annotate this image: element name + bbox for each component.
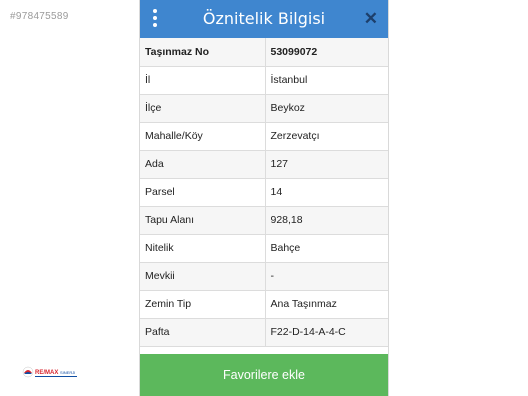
attribute-value: 14 <box>265 178 388 207</box>
table-row: Tapu Alanı 928,18 <box>140 206 388 235</box>
attribute-key: Nitelik <box>140 234 266 263</box>
attribute-key: Ada <box>140 150 266 179</box>
attribute-value: Zerzevatçı <box>265 122 388 151</box>
attribute-key: Zemin Tip <box>140 290 266 319</box>
table-row: İl İstanbul <box>140 66 388 95</box>
attribute-table: Taşınmaz No 53099072 İl İstanbul İlçe Beykoz M… <box>140 38 388 347</box>
attribute-info-panel: Öznitelik Bilgisi ✕ Taşınmaz No 53099072 İ… <box>139 0 389 396</box>
close-icon[interactable]: ✕ <box>364 9 378 29</box>
table-row: Ada 127 <box>140 150 388 179</box>
attribute-key: Mevkii <box>140 262 266 291</box>
attribute-key: Parsel <box>140 178 266 207</box>
remax-logo: RE/MAX SINERJI <box>22 366 77 378</box>
attribute-key: Tapu Alanı <box>140 206 266 235</box>
attribute-value: Bahçe <box>265 234 388 263</box>
table-row: Parsel 14 <box>140 178 388 207</box>
attribute-value: 928,18 <box>265 206 388 235</box>
attribute-value: 53099072 <box>265 38 388 67</box>
attribute-key: İl <box>140 66 266 95</box>
table-row: Mevkii - <box>140 262 388 291</box>
table-row: İlçe Beykoz <box>140 94 388 123</box>
attribute-value: İstanbul <box>265 66 388 95</box>
attribute-key: İlçe <box>140 94 266 123</box>
listing-id-watermark: #978475589 <box>10 11 69 22</box>
table-row: Pafta F22-D-14-A-4-C <box>140 318 388 347</box>
attribute-value: - <box>265 262 388 291</box>
attribute-value: Beykoz <box>265 94 388 123</box>
attribute-value: F22-D-14-A-4-C <box>265 318 388 347</box>
svg-text:SINERJI: SINERJI <box>60 370 75 375</box>
svg-text:RE/MAX: RE/MAX <box>35 370 58 376</box>
table-row: Zemin Tip Ana Taşınmaz <box>140 290 388 319</box>
panel-header: Öznitelik Bilgisi ✕ <box>140 0 388 38</box>
attribute-key: Taşınmaz No <box>140 38 266 67</box>
panel-title: Öznitelik Bilgisi <box>202 9 326 28</box>
vertical-ellipsis-icon[interactable] <box>150 9 160 29</box>
attribute-key: Pafta <box>140 318 266 347</box>
table-row: Taşınmaz No 53099072 <box>140 38 388 67</box>
table-row: Nitelik Bahçe <box>140 234 388 263</box>
attribute-value: 127 <box>265 150 388 179</box>
add-to-favorites-button[interactable]: Favorilere ekle <box>140 354 388 396</box>
attribute-key: Mahalle/Köy <box>140 122 266 151</box>
table-row: Mahalle/Köy Zerzevatçı <box>140 122 388 151</box>
attribute-value: Ana Taşınmaz <box>265 290 388 319</box>
